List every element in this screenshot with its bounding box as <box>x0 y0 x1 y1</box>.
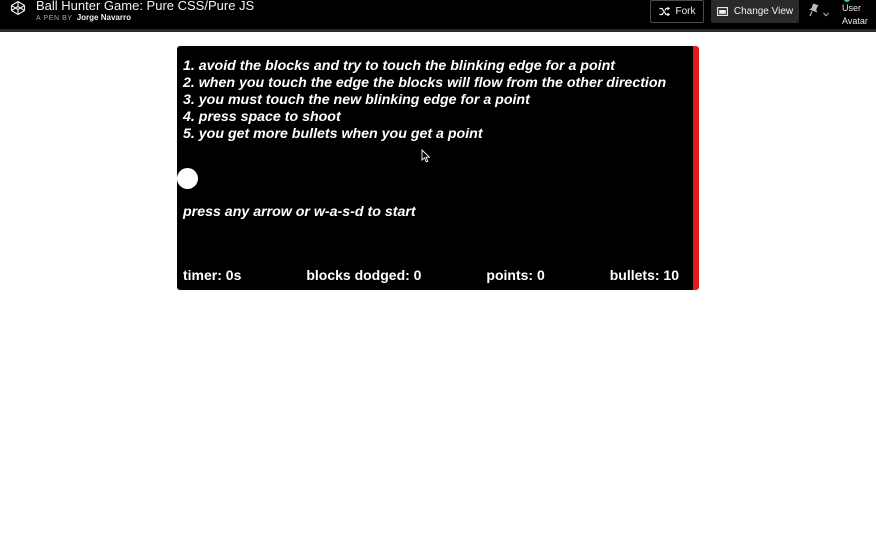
instruction-item: 3. you must touch the new blinking edge … <box>183 92 530 108</box>
pen-byline: A PEN BY Jorge Navarro <box>36 14 254 23</box>
avatar-alt-text: User Avatar <box>842 3 868 26</box>
player-ball <box>177 168 198 189</box>
start-message: press any arrow or w-a-s-d to start <box>183 204 416 220</box>
codepen-logo-icon[interactable] <box>10 0 26 16</box>
pen-title: Ball Hunter Game: Pure CSS/Pure JS <box>36 0 255 13</box>
fork-label: Fork <box>675 6 696 17</box>
bullets-stat: bullets: 10 <box>609 267 679 283</box>
change-view-button[interactable]: Change View <box>711 0 799 23</box>
points-stat: points: 0 <box>486 267 545 283</box>
pin-menu[interactable] <box>807 3 829 22</box>
change-view-label: Change View <box>733 6 794 17</box>
instruction-item: 2. when you touch the edge the blocks wi… <box>183 75 667 91</box>
layout-icon <box>716 7 728 16</box>
chevron-down-icon <box>823 4 829 22</box>
stats-bar: timer: 0s blocks dodged: 0 points: 0 bul… <box>183 267 679 283</box>
blocks-dodged-stat: blocks dodged: 0 <box>306 267 422 283</box>
fork-button[interactable]: Fork <box>650 0 704 23</box>
instruction-item: 5. you get more bullets when you get a p… <box>183 126 483 142</box>
timer-stat: timer: 0s <box>183 267 242 283</box>
author-link[interactable]: Jorge Navarro <box>77 14 131 22</box>
top-bar: Ball Hunter Game: Pure CSS/Pure JS A PEN… <box>0 0 876 32</box>
mouse-cursor-icon <box>421 148 431 163</box>
byline-prefix: A PEN BY <box>36 15 73 22</box>
instruction-item: 4. press space to shoot <box>183 109 341 125</box>
instruction-item: 1. avoid the blocks and try to touch the… <box>183 58 615 74</box>
user-avatar[interactable]: User Avatar <box>842 0 876 28</box>
game-board[interactable]: 1. avoid the blocks and try to touch the… <box>177 46 699 290</box>
pin-icon <box>807 3 820 22</box>
pen-brand: Ball Hunter Game: Pure CSS/Pure JS A PEN… <box>10 0 254 22</box>
fork-icon <box>659 7 670 16</box>
avatar-status-icon <box>844 0 850 2</box>
instructions-list: 1. avoid the blocks and try to touch the… <box>183 58 666 143</box>
